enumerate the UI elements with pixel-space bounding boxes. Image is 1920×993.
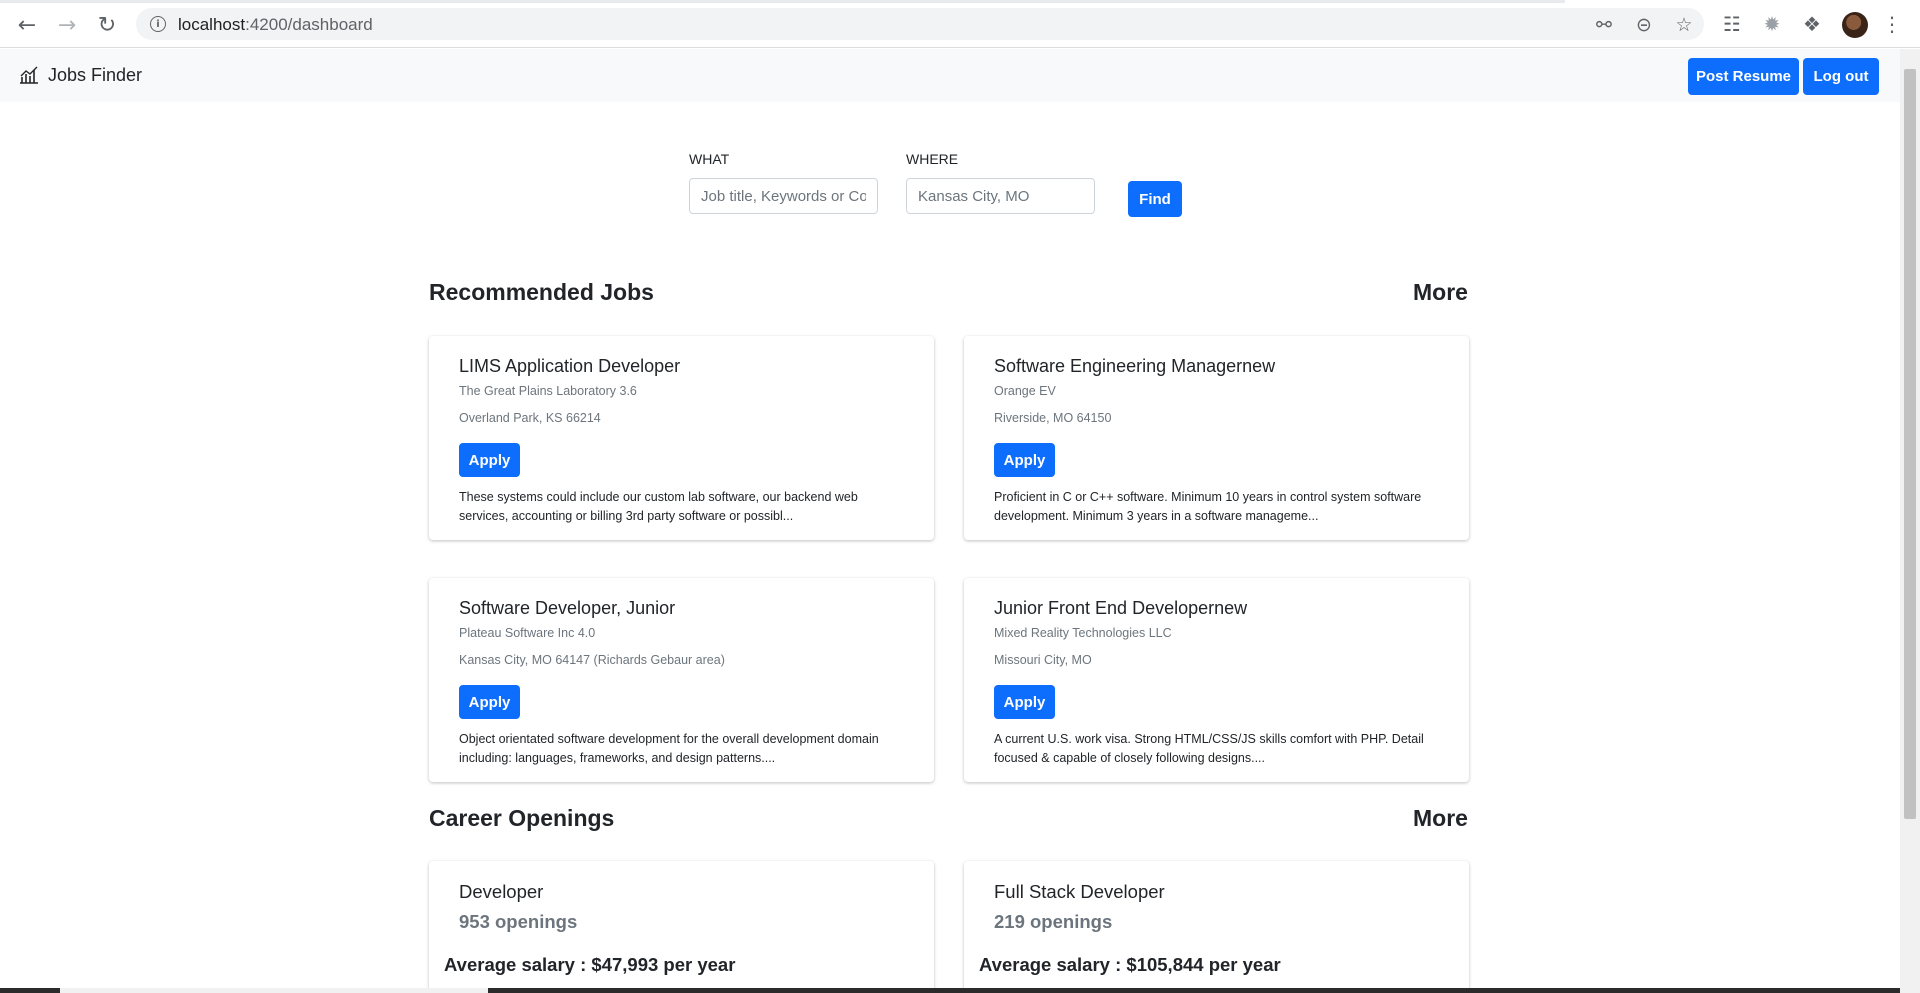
post-resume-button[interactable]: Post Resume (1688, 58, 1799, 95)
career-more-link[interactable]: More (1413, 805, 1468, 832)
url-host: localhost (178, 15, 246, 34)
job-company: Orange EV (994, 384, 1056, 398)
globe-extension-icon[interactable]: ☷ (1720, 12, 1744, 36)
back-arrow-icon[interactable]: ← (12, 10, 42, 40)
job-card[interactable]: Software Developer, Junior Plateau Softw… (429, 578, 934, 782)
star-icon[interactable]: ☆ (1672, 13, 1696, 37)
job-company: The Great Plains Laboratory 3.6 (459, 384, 637, 398)
job-description: Object orientated software development f… (459, 732, 879, 765)
job-description: These systems could include our custom l… (459, 490, 858, 523)
extension-icon[interactable]: ✹ (1760, 12, 1784, 36)
what-input[interactable] (689, 178, 878, 214)
url-path: :4200/dashboard (245, 15, 373, 34)
job-company: Plateau Software Inc 4.0 (459, 626, 596, 640)
career-title[interactable]: Full Stack Developer (994, 881, 1165, 903)
apply-button[interactable]: Apply (459, 685, 520, 719)
brand-name: Jobs Finder (48, 64, 143, 85)
job-location: Riverside, MO 64150 (994, 411, 1112, 425)
brand[interactable]: Jobs Finder (18, 64, 142, 86)
logout-button[interactable]: Log out (1803, 58, 1879, 95)
avatar[interactable] (1842, 12, 1868, 38)
loading-bar (0, 0, 1565, 3)
puzzle-icon[interactable]: ❖ (1800, 12, 1824, 36)
scrollbar[interactable] (1900, 49, 1920, 993)
job-description: A current U.S. work visa. Strong HTML/CS… (994, 732, 1424, 765)
taskbar-strip (0, 988, 1900, 993)
zoom-out-icon[interactable]: ⊝ (1632, 13, 1656, 37)
menu-dots-icon[interactable]: ⋮ (1880, 12, 1904, 36)
job-location: Overland Park, KS 66214 (459, 411, 601, 425)
job-card[interactable]: LIMS Application Developer The Great Pla… (429, 336, 934, 540)
career-card[interactable]: Full Stack Developer 219 openings Averag… (964, 861, 1469, 991)
job-card[interactable]: Software Engineering Managernew Orange E… (964, 336, 1469, 540)
job-card[interactable]: Junior Front End Developernew Mixed Real… (964, 578, 1469, 782)
job-title[interactable]: Junior Front End Developernew (994, 598, 1247, 619)
find-button[interactable]: Find (1128, 181, 1182, 217)
chart-icon (20, 66, 38, 84)
apply-button[interactable]: Apply (459, 443, 520, 477)
job-location: Missouri City, MO (994, 653, 1092, 667)
recommended-more-link[interactable]: More (1413, 279, 1468, 306)
what-label: WHAT (689, 151, 730, 167)
career-title[interactable]: Developer (459, 881, 543, 903)
address-bar[interactable]: i localhost:4200/dashboard ⚯ ⊝ ☆ (136, 8, 1704, 40)
career-card[interactable]: Developer 953 openings Average salary : … (429, 861, 934, 991)
browser-toolbar: ← → ↻ i localhost:4200/dashboard ⚯ ⊝ ☆ ☷… (0, 0, 1920, 48)
where-input[interactable] (906, 178, 1095, 214)
job-description: Proficient in C or C++ software. Minimum… (994, 490, 1422, 523)
job-title[interactable]: LIMS Application Developer (459, 356, 680, 377)
recommended-jobs-heading: Recommended Jobs (429, 279, 654, 305)
reload-icon[interactable]: ↻ (92, 10, 122, 40)
info-icon[interactable]: i (150, 16, 166, 32)
url-text[interactable]: localhost:4200/dashboard (178, 15, 373, 35)
job-title[interactable]: Software Developer, Junior (459, 598, 675, 619)
career-openings-count: 953 openings (459, 911, 578, 932)
career-average-salary: Average salary : $47,993 per year (444, 954, 736, 975)
career-openings-heading: Career Openings (429, 805, 615, 831)
job-company: Mixed Reality Technologies LLC (994, 626, 1172, 640)
job-location: Kansas City, MO 64147 (Richards Gebaur a… (459, 653, 725, 667)
forward-arrow-icon[interactable]: → (52, 10, 82, 40)
app-navbar: Jobs Finder Post Resume Log out (0, 49, 1900, 102)
career-average-salary: Average salary : $105,844 per year (979, 954, 1281, 975)
job-title[interactable]: Software Engineering Managernew (994, 356, 1275, 377)
where-label: WHERE (906, 151, 959, 167)
career-openings-count: 219 openings (994, 911, 1113, 932)
scrollbar-thumb[interactable] (1904, 69, 1916, 819)
key-icon[interactable]: ⚯ (1592, 13, 1616, 37)
apply-button[interactable]: Apply (994, 685, 1055, 719)
taskbar-gap (60, 988, 488, 993)
apply-button[interactable]: Apply (994, 443, 1055, 477)
